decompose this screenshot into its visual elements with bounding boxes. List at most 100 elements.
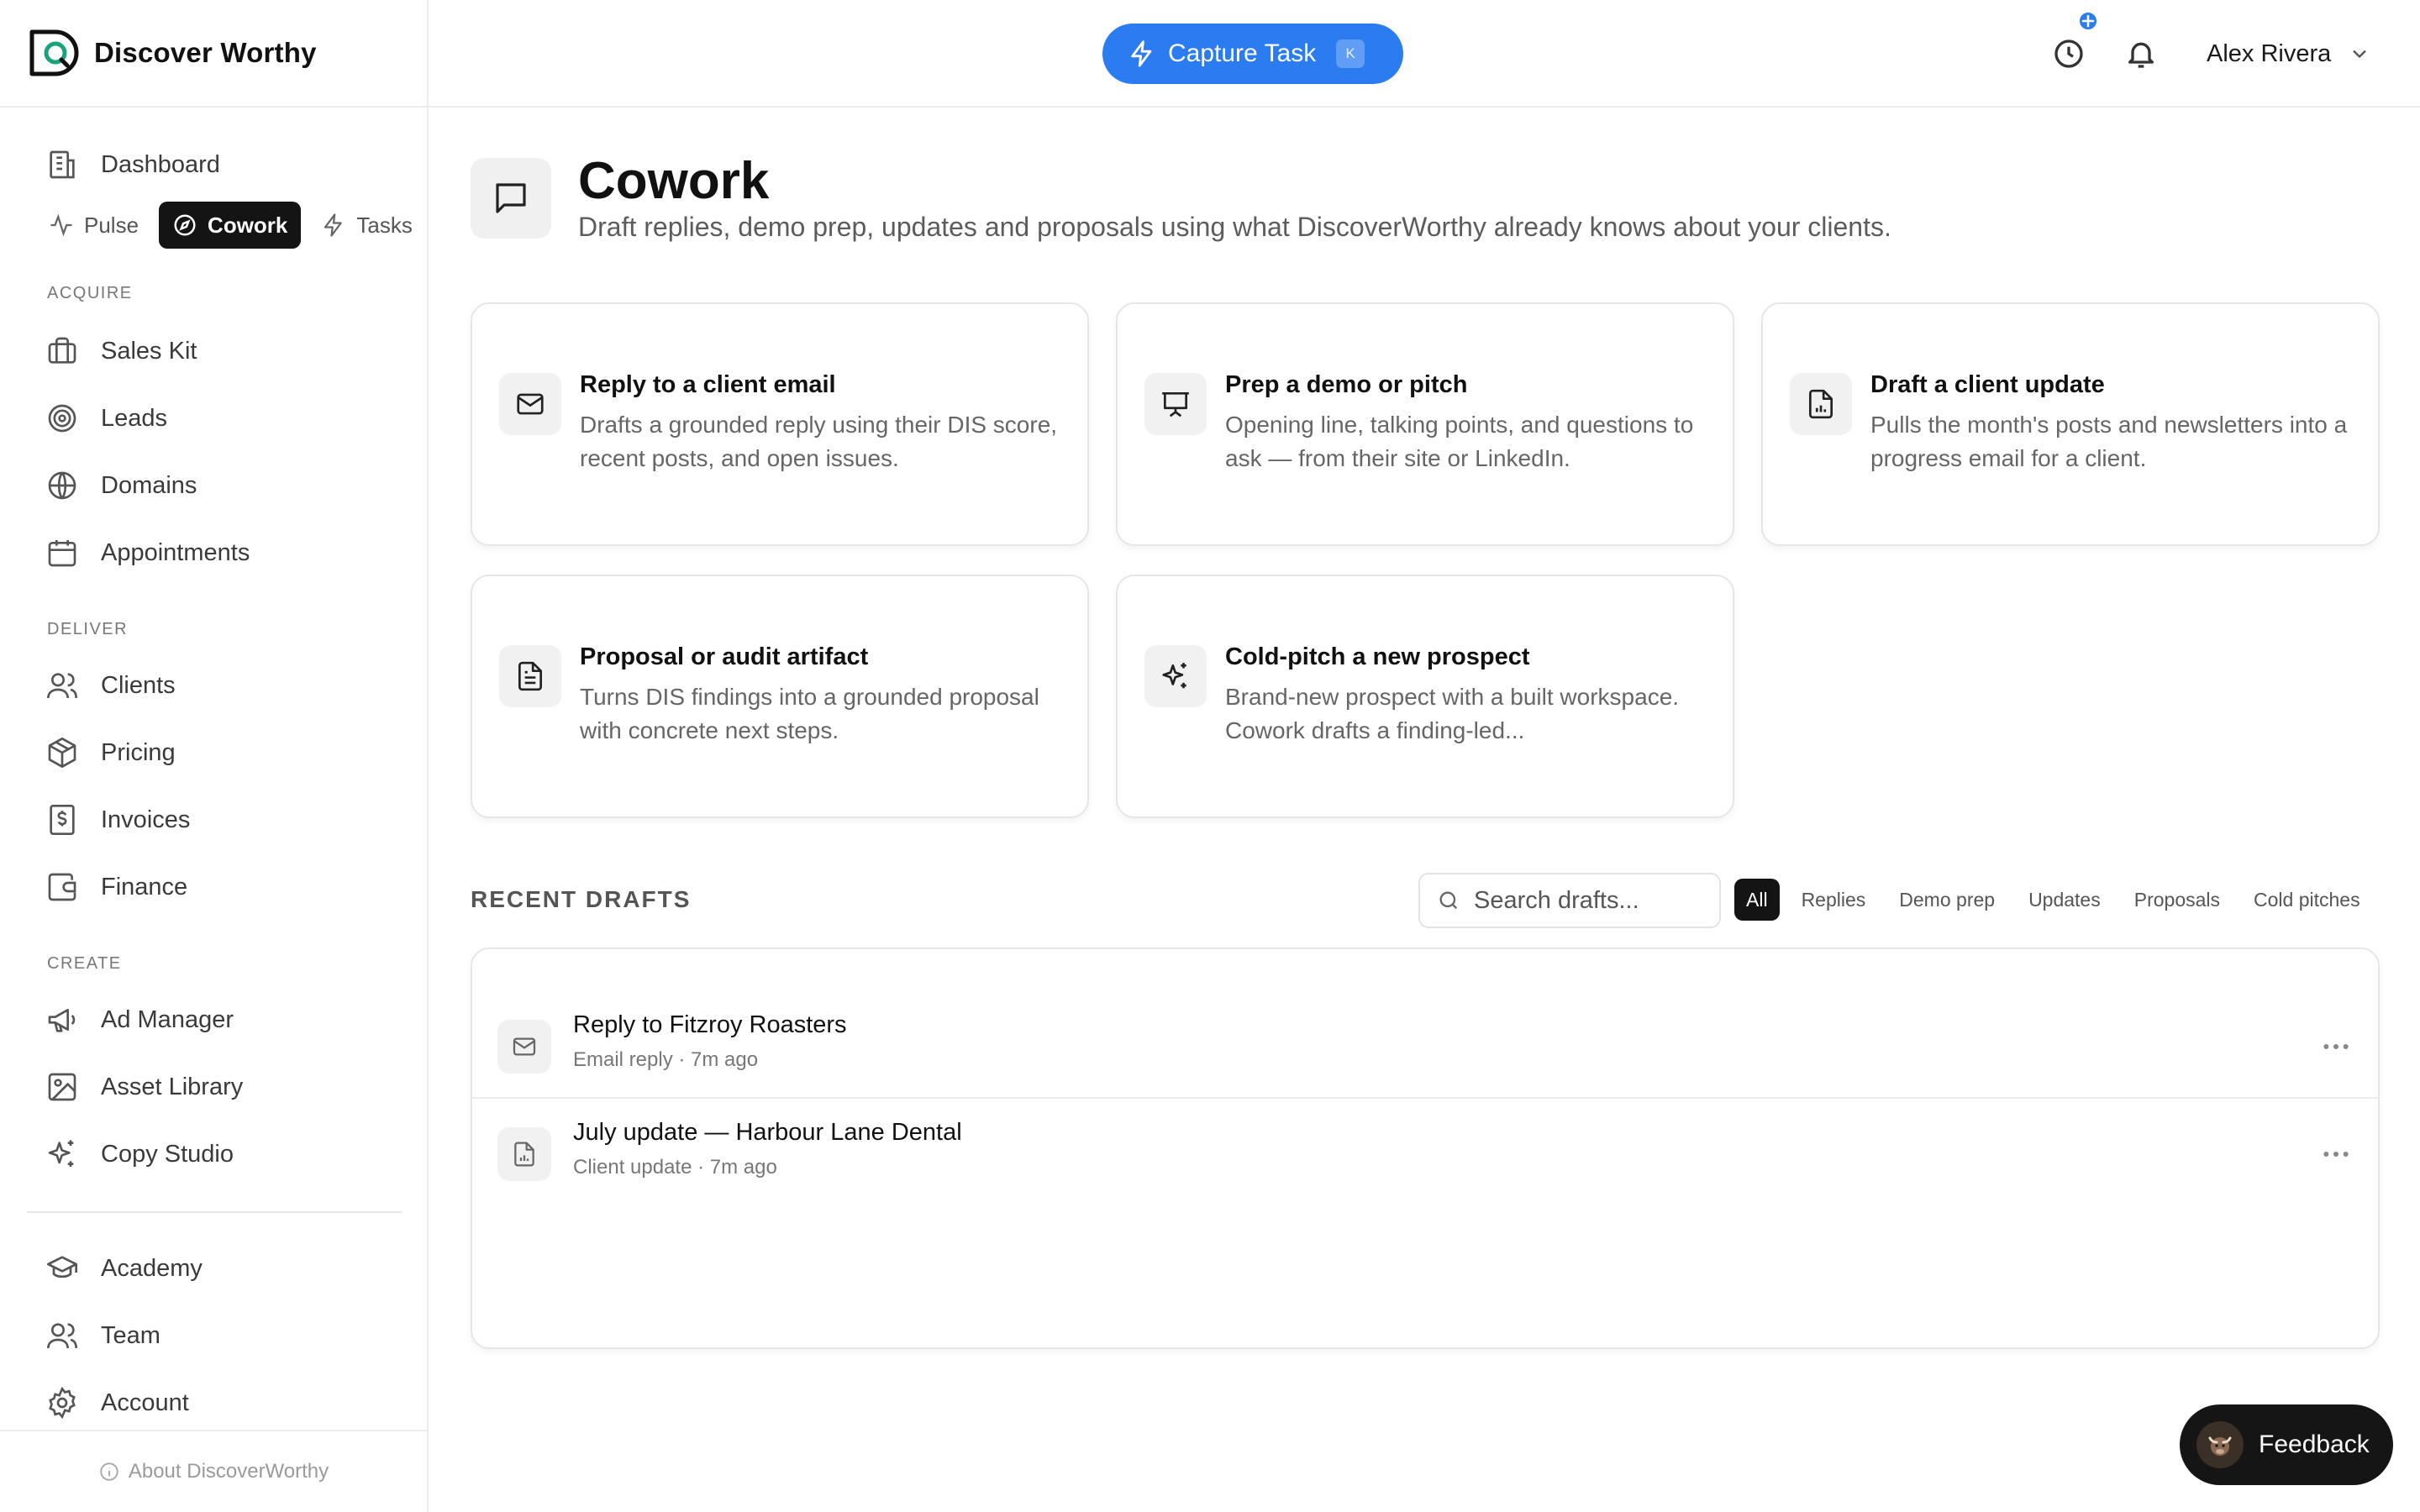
card-title: Proposal or audit artifact: [580, 643, 869, 670]
chevron-down-icon: [2353, 50, 2367, 59]
card-reply-client-email[interactable]: Reply to a client email Drafts a grounde…: [471, 302, 1089, 546]
sidebar-item-academy[interactable]: Academy: [45, 1248, 203, 1289]
about-link[interactable]: About DiscoverWorthy: [0, 1430, 427, 1512]
sidebar-item-label: Leads: [101, 404, 168, 432]
drafts-list: Reply to Fitzroy Roasters Email reply · …: [471, 948, 2380, 1349]
sidebar-item-pricing[interactable]: Pricing: [45, 732, 176, 773]
sidebar-item-appointments[interactable]: Appointments: [45, 533, 250, 573]
bull-avatar-icon: [2208, 1436, 2232, 1456]
mail-icon: [517, 393, 544, 415]
brand[interactable]: Discover Worthy: [0, 0, 427, 108]
tab-label: Pulse: [84, 212, 139, 238]
report-icon: [514, 1142, 534, 1167]
page-subtitle: Draft replies, demo prep, updates and pr…: [578, 212, 1891, 242]
sidebar-item-label: Domains: [101, 471, 197, 499]
tab-pulse[interactable]: Pulse: [37, 202, 150, 249]
sidebar-item-ad-manager[interactable]: Ad Manager: [45, 1000, 234, 1040]
briefcase-icon: [48, 337, 76, 364]
bolt-icon: [324, 213, 343, 237]
sidebar-item-clients[interactable]: Clients: [45, 665, 176, 706]
capture-task-button[interactable]: Capture Task K: [1102, 24, 1403, 84]
main-content: Cowork Draft replies, demo prep, updates…: [429, 109, 2420, 1512]
draft-row[interactable]: July update — Harbour Lane Dental Client…: [472, 1100, 2378, 1206]
brand-logo-icon: [29, 29, 79, 76]
section-label-acquire: ACQUIRE: [47, 284, 133, 302]
user-menu[interactable]: Alex Rivera: [2207, 34, 2371, 74]
tab-label: Tasks: [356, 212, 413, 238]
report-icon: [1808, 389, 1833, 419]
capture-task-label: Capture Task: [1168, 39, 1317, 67]
page-title: Cowork: [578, 152, 770, 210]
brand-name: Discover Worthy: [94, 37, 317, 68]
dashboard-subtabs: Pulse Cowork Tasks: [37, 202, 424, 249]
sidebar-item-copy-studio[interactable]: Copy Studio: [45, 1134, 234, 1174]
sidebar-item-account[interactable]: Account: [45, 1383, 189, 1423]
mail-icon: [513, 1037, 536, 1056]
sidebar-item-finance[interactable]: Finance: [45, 867, 187, 907]
sidebar-item-label: Academy: [101, 1254, 203, 1282]
package-icon: [48, 738, 76, 768]
section-label-deliver: DELIVER: [47, 620, 129, 638]
search-drafts-input[interactable]: Search drafts...: [1418, 873, 1721, 928]
plus-badge[interactable]: [2077, 10, 2099, 32]
wallet-icon: [48, 873, 76, 901]
draft-filters: All Replies Demo prep Updates Proposals …: [1734, 879, 2377, 921]
clock-icon[interactable]: [2052, 37, 2086, 71]
draft-row[interactable]: Reply to Fitzroy Roasters Email reply · …: [472, 993, 2378, 1099]
sidebar: Discover Worthy Dashboard Pulse Cowork T…: [0, 0, 429, 1512]
sidebar-item-asset-library[interactable]: Asset Library: [45, 1067, 243, 1107]
calendar-icon: [48, 540, 76, 567]
filter-updates[interactable]: Updates: [2012, 879, 2118, 921]
info-icon: [100, 1462, 118, 1481]
filter-proposals[interactable]: Proposals: [2118, 879, 2237, 921]
card-icon-wrap: [499, 373, 561, 435]
sidebar-item-team[interactable]: Team: [45, 1315, 160, 1356]
document-icon: [518, 661, 543, 691]
card-icon-wrap: [1144, 373, 1207, 435]
recent-drafts-heading: RECENT DRAFTS: [471, 886, 692, 912]
card-title: Cold-pitch a new prospect: [1225, 643, 1530, 670]
page-icon: [471, 158, 551, 239]
sidebar-item-label: Finance: [101, 873, 188, 900]
sidebar-item-invoices[interactable]: Invoices: [45, 800, 190, 840]
tab-cowork[interactable]: Cowork: [159, 202, 302, 249]
sidebar-item-leads[interactable]: Leads: [45, 398, 167, 438]
globe-icon: [48, 471, 76, 500]
card-proposal-audit[interactable]: Proposal or audit artifact Turns DIS fin…: [471, 575, 1089, 818]
sparkles-icon: [48, 1140, 74, 1167]
filter-all[interactable]: All: [1734, 879, 1780, 921]
building-icon: [50, 150, 75, 179]
sidebar-item-label: Copy Studio: [101, 1140, 234, 1168]
card-title: Reply to a client email: [580, 371, 836, 398]
chat-icon: [496, 183, 526, 213]
more-options-icon[interactable]: [2319, 1030, 2353, 1063]
card-title: Prep a demo or pitch: [1225, 371, 1468, 398]
graduation-cap-icon: [47, 1256, 77, 1278]
card-prep-demo[interactable]: Prep a demo or pitch Opening line, talki…: [1116, 302, 1734, 546]
sidebar-item-label: Team: [101, 1321, 160, 1349]
draft-icon-wrap: [497, 1127, 551, 1181]
search-placeholder: Search drafts...: [1474, 886, 1639, 914]
sidebar-item-sales-kit[interactable]: Sales Kit: [45, 331, 197, 371]
plus-icon: [2081, 14, 2095, 28]
filter-cold-pitches[interactable]: Cold pitches: [2237, 879, 2377, 921]
draft-title: Reply to Fitzroy Roasters: [573, 1011, 847, 1038]
sidebar-item-label: Invoices: [101, 806, 191, 833]
filter-replies[interactable]: Replies: [1785, 879, 1883, 921]
draft-meta: Email reply · 7m ago: [573, 1048, 759, 1071]
draft-icon-wrap: [497, 1020, 551, 1074]
feedback-button[interactable]: Feedback: [2180, 1404, 2393, 1485]
draft-meta: Client update · 7m ago: [573, 1156, 777, 1179]
card-description: Turns DIS findings into a grounded propo…: [580, 684, 1039, 743]
tab-label: Cowork: [208, 212, 288, 238]
sidebar-item-dashboard[interactable]: Dashboard: [45, 144, 220, 185]
gear-icon: [49, 1386, 76, 1420]
tab-tasks[interactable]: Tasks: [309, 202, 424, 249]
card-cold-pitch[interactable]: Cold-pitch a new prospect Brand-new pros…: [1116, 575, 1734, 818]
bell-icon[interactable]: [2124, 37, 2158, 71]
sidebar-item-domains[interactable]: Domains: [45, 465, 197, 506]
filter-demo-prep[interactable]: Demo prep: [1882, 879, 2012, 921]
sparkles-icon: [1162, 663, 1186, 689]
more-options-icon[interactable]: [2319, 1137, 2353, 1171]
card-client-update[interactable]: Draft a client update Pulls the month's …: [1761, 302, 2380, 546]
